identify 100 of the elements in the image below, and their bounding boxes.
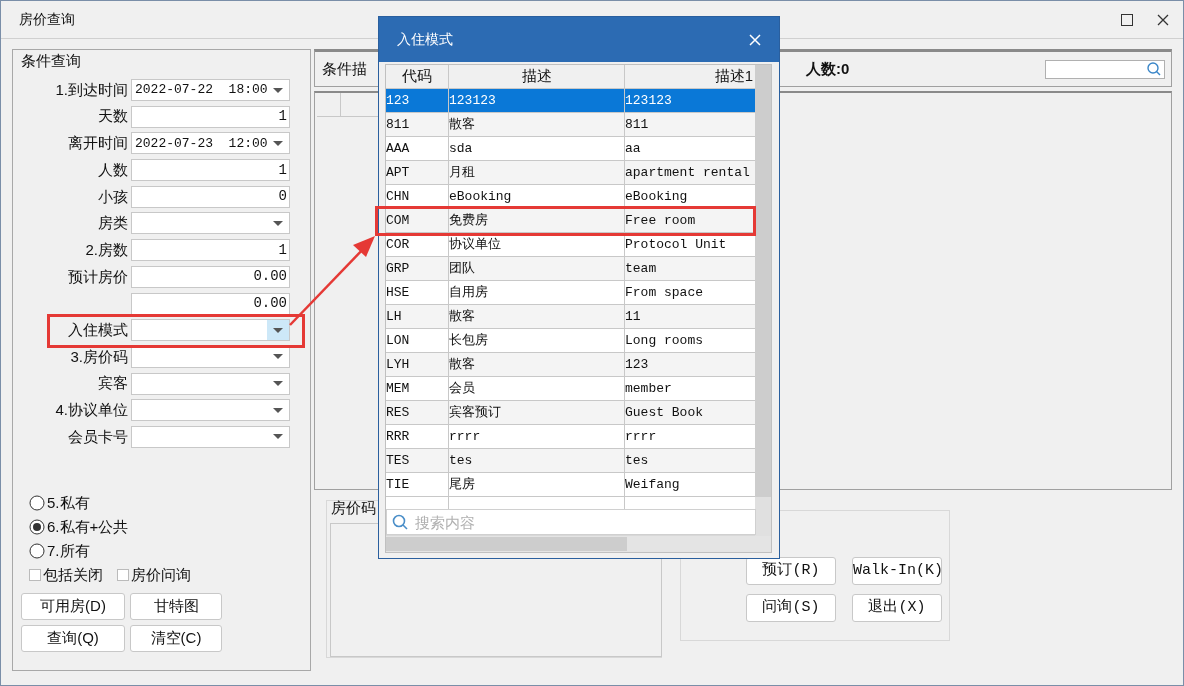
table-cell-text: 123 <box>386 91 410 110</box>
table-cell-text: 123123 <box>449 91 496 110</box>
input-field[interactable]: 1 <box>131 105 290 128</box>
input-field[interactable]: 1 <box>131 159 290 182</box>
table-cell-text: LYH <box>386 355 410 374</box>
table-cell-text: 团队 <box>449 259 475 278</box>
table-cell-text: Guest Book <box>625 403 703 422</box>
action-button[interactable]: 甘特图 <box>130 592 222 620</box>
caret-icon <box>272 433 284 441</box>
checkbox-option[interactable]: 房价问询 <box>117 564 191 587</box>
table-row[interactable]: RES 宾客预订 Guest Book <box>386 401 756 425</box>
search-field[interactable]: 搜索内容 <box>386 509 756 535</box>
action-button[interactable]: Walk-In(K) <box>852 557 942 585</box>
table-row[interactable]: TIE 尾房 Weifang <box>386 473 756 497</box>
table-cell-text: Protocol Unit <box>625 235 727 254</box>
action-button[interactable]: 查询(Q) <box>21 624 125 652</box>
search-field[interactable] <box>1045 59 1165 79</box>
input-field[interactable]: 1 <box>131 239 290 262</box>
table-cell-text: team <box>625 259 657 278</box>
vertical-scrollbar[interactable] <box>755 65 771 536</box>
horizontal-scrollbar[interactable] <box>386 536 771 552</box>
dropdown-field[interactable] <box>131 399 290 422</box>
table-cell-text: 123 <box>625 355 649 374</box>
dropdown-field[interactable] <box>131 212 290 235</box>
radio-option[interactable]: 6.私有+公共 <box>29 516 310 538</box>
table-row[interactable]: RRR rrrr rrrr <box>386 425 756 449</box>
table-cell-text: 会员 <box>449 379 475 398</box>
table-cell-text: COM <box>386 211 410 230</box>
search-icon <box>392 514 408 530</box>
table-cell-text: rrrr <box>625 427 657 446</box>
table-row[interactable]: 123 123123 123123 <box>386 89 756 113</box>
search-icon <box>1147 62 1161 76</box>
radio-option[interactable]: 7.所有 <box>29 540 310 562</box>
group-title: 条件查询 <box>21 51 81 71</box>
table-cell-text: 811 <box>386 115 410 134</box>
action-button[interactable]: 预订(R) <box>746 557 836 585</box>
table-cell-text: LH <box>386 307 402 326</box>
field-label: 3.房价码 <box>70 347 128 365</box>
column-header: 描述1 <box>714 66 753 87</box>
table-row[interactable]: MEM 会员 member <box>386 377 756 401</box>
table-cell-text: TES <box>386 451 410 470</box>
table-cell-text: 月租 <box>449 163 475 182</box>
table-row[interactable]: TES tes tes <box>386 449 756 473</box>
table-row[interactable]: 811 散客 811 <box>386 113 756 137</box>
input-field[interactable]: 0.00 <box>131 292 290 315</box>
action-button[interactable]: 清空(C) <box>130 624 222 652</box>
field-label: 2.房数 <box>85 240 128 258</box>
dropdown-field[interactable] <box>131 425 290 448</box>
action-button[interactable]: 问询(S) <box>746 594 836 622</box>
table-cell-text: 811 <box>625 115 649 134</box>
table-row[interactable]: LH 散客 11 <box>386 305 756 329</box>
table-cell-text: From space <box>625 283 703 302</box>
table-row[interactable]: LYH 散客 123 <box>386 353 756 377</box>
group-title: 房价码 <box>331 498 376 518</box>
input-field[interactable]: 0 <box>131 185 290 208</box>
table-cell-text: 免费房 <box>449 211 488 230</box>
table-row[interactable]: HSE 自用房 From space <box>386 281 756 305</box>
table-cell-text: 11 <box>625 307 641 326</box>
close-icon <box>749 33 761 46</box>
caret-icon <box>272 219 284 227</box>
field-label: 宾客 <box>98 374 128 392</box>
table-row[interactable]: AAA sda aa <box>386 137 756 161</box>
table-cell-text: HSE <box>386 283 410 302</box>
table-cell-text: GRP <box>386 259 410 278</box>
field-label: 入住模式 <box>68 320 128 338</box>
table-row[interactable]: CHN eBooking eBooking <box>386 185 756 209</box>
table-cell-text: 123123 <box>625 91 672 110</box>
input-field[interactable]: 0.00 <box>131 265 290 288</box>
dropdown-field[interactable]: 2022-07-23 12:00 <box>131 132 290 155</box>
caret-icon <box>272 380 284 388</box>
table-cell-text: RRR <box>386 427 410 446</box>
caret-icon <box>272 86 285 94</box>
radio-option[interactable]: 5.私有 <box>29 492 310 514</box>
field-label: 小孩 <box>98 187 128 205</box>
field-label: 4.协议单位 <box>55 401 128 418</box>
table-cell-text: Free room <box>625 211 696 230</box>
field-label: 天数 <box>98 107 128 125</box>
table-cell-text: sda <box>449 139 473 158</box>
action-button[interactable]: 退出(X) <box>852 594 942 622</box>
table-cell-text: tes <box>625 451 649 470</box>
checkbox-option[interactable]: 包括关闭 <box>29 564 103 587</box>
caret-icon <box>272 139 285 147</box>
table-row[interactable]: COM 免费房 Free room <box>386 209 756 233</box>
close-button[interactable] <box>1157 12 1171 27</box>
close-button[interactable] <box>749 33 761 46</box>
table-cell-text: 协议单位 <box>449 235 501 254</box>
table-cell-text: apartment rental <box>625 163 750 182</box>
caret-icon <box>272 326 284 334</box>
table-row[interactable]: LON 长包房 Long rooms <box>386 329 756 353</box>
maximize-button[interactable] <box>1121 12 1135 27</box>
table-row[interactable]: GRP 团队 team <box>386 257 756 281</box>
table-cell-text: 尾房 <box>449 475 475 494</box>
column-header: 代码 <box>402 66 432 87</box>
window-title: 房价查询 <box>19 10 75 29</box>
table-cell-text: AAA <box>386 139 410 158</box>
dropdown-field[interactable] <box>131 372 290 395</box>
action-button[interactable]: 可用房(D) <box>21 592 125 620</box>
dropdown-field[interactable]: 2022-07-22 18:00 <box>131 79 290 101</box>
dropdown-field[interactable] <box>131 319 290 342</box>
table-row[interactable]: APT 月租 apartment rental <box>386 161 756 185</box>
